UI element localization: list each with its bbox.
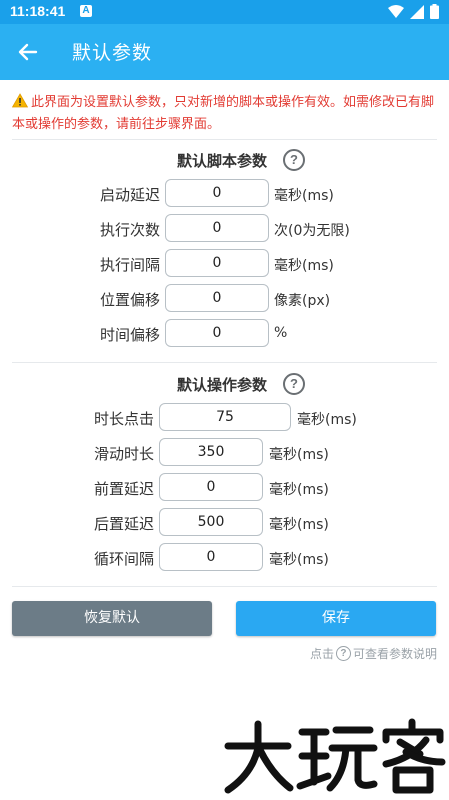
- label-swipe-duration: 滑动时长: [93, 445, 154, 463]
- status-time: 11:18:41: [10, 3, 66, 19]
- notice-text: 此界面为设置默认参数，只对新增的脚本或操作有效。如需修改已有脚本或操作的参数，请…: [12, 95, 435, 132]
- run-interval-input[interactable]: 0: [165, 249, 269, 277]
- unit-time-offset: %: [274, 325, 288, 341]
- start-delay-input[interactable]: 0: [165, 179, 269, 207]
- unit-position-offset: 像素(px): [274, 293, 331, 309]
- status-bar: 11:18:41 A: [0, 0, 449, 24]
- label-start-delay: 启动延迟: [99, 186, 160, 204]
- notification-icon: A: [80, 5, 92, 17]
- help-hint: 点击 ? 可查看参数说明: [310, 645, 437, 662]
- unit-run-interval: 毫秒(ms): [274, 258, 334, 274]
- unit-click-duration: 毫秒(ms): [297, 412, 357, 428]
- label-run-count: 执行次数: [99, 221, 160, 239]
- divider: [12, 362, 437, 363]
- battery-icon: [430, 4, 439, 19]
- operation-help-icon[interactable]: ?: [283, 373, 305, 395]
- click-duration-input[interactable]: 75: [159, 403, 291, 431]
- loop-interval-input[interactable]: 0: [159, 543, 263, 571]
- page-title: 默认参数: [72, 42, 153, 64]
- swipe-duration-input[interactable]: 350: [159, 438, 263, 466]
- watermark-logo: [224, 718, 446, 794]
- hint-prefix: 点击: [309, 647, 334, 661]
- reset-defaults-button[interactable]: 恢复默认: [12, 601, 212, 636]
- status-icons: [388, 4, 439, 19]
- label-position-offset: 位置偏移: [99, 291, 160, 309]
- position-offset-input[interactable]: 0: [165, 284, 269, 312]
- hint-suffix: 可查看参数说明: [352, 647, 437, 661]
- label-post-delay: 后置延迟: [93, 515, 154, 533]
- divider: [12, 586, 437, 587]
- operation-section-title: 默认操作参数: [177, 376, 268, 394]
- label-loop-interval: 循环间隔: [93, 550, 154, 568]
- run-count-input[interactable]: 0: [165, 214, 269, 242]
- script-section-title: 默认脚本参数: [177, 152, 268, 170]
- unit-run-count: 次(0为无限): [274, 223, 350, 239]
- unit-swipe-duration: 毫秒(ms): [269, 447, 329, 463]
- wifi-icon: [388, 4, 404, 18]
- save-button[interactable]: 保存: [236, 601, 436, 636]
- post-delay-input[interactable]: 500: [159, 508, 263, 536]
- notice-message: 此界面为设置默认参数，只对新增的脚本或操作有效。如需修改已有脚本或操作的参数，请…: [12, 92, 440, 136]
- label-click-duration: 时长点击: [93, 410, 154, 428]
- unit-post-delay: 毫秒(ms): [269, 517, 329, 533]
- time-offset-input[interactable]: 0: [165, 319, 269, 347]
- label-pre-delay: 前置延迟: [93, 480, 154, 498]
- unit-pre-delay: 毫秒(ms): [269, 482, 329, 498]
- pre-delay-input[interactable]: 0: [159, 473, 263, 501]
- warning-icon: [12, 93, 28, 108]
- unit-loop-interval: 毫秒(ms): [269, 552, 329, 568]
- label-run-interval: 执行间隔: [99, 256, 160, 274]
- script-help-icon[interactable]: ?: [283, 149, 305, 171]
- divider: [12, 139, 437, 140]
- hint-help-icon: ?: [335, 646, 351, 661]
- back-arrow-icon[interactable]: [14, 38, 42, 66]
- unit-start-delay: 毫秒(ms): [274, 188, 334, 204]
- app-bar: 默认参数: [0, 24, 449, 80]
- label-time-offset: 时间偏移: [99, 326, 160, 344]
- signal-icon: [410, 4, 424, 19]
